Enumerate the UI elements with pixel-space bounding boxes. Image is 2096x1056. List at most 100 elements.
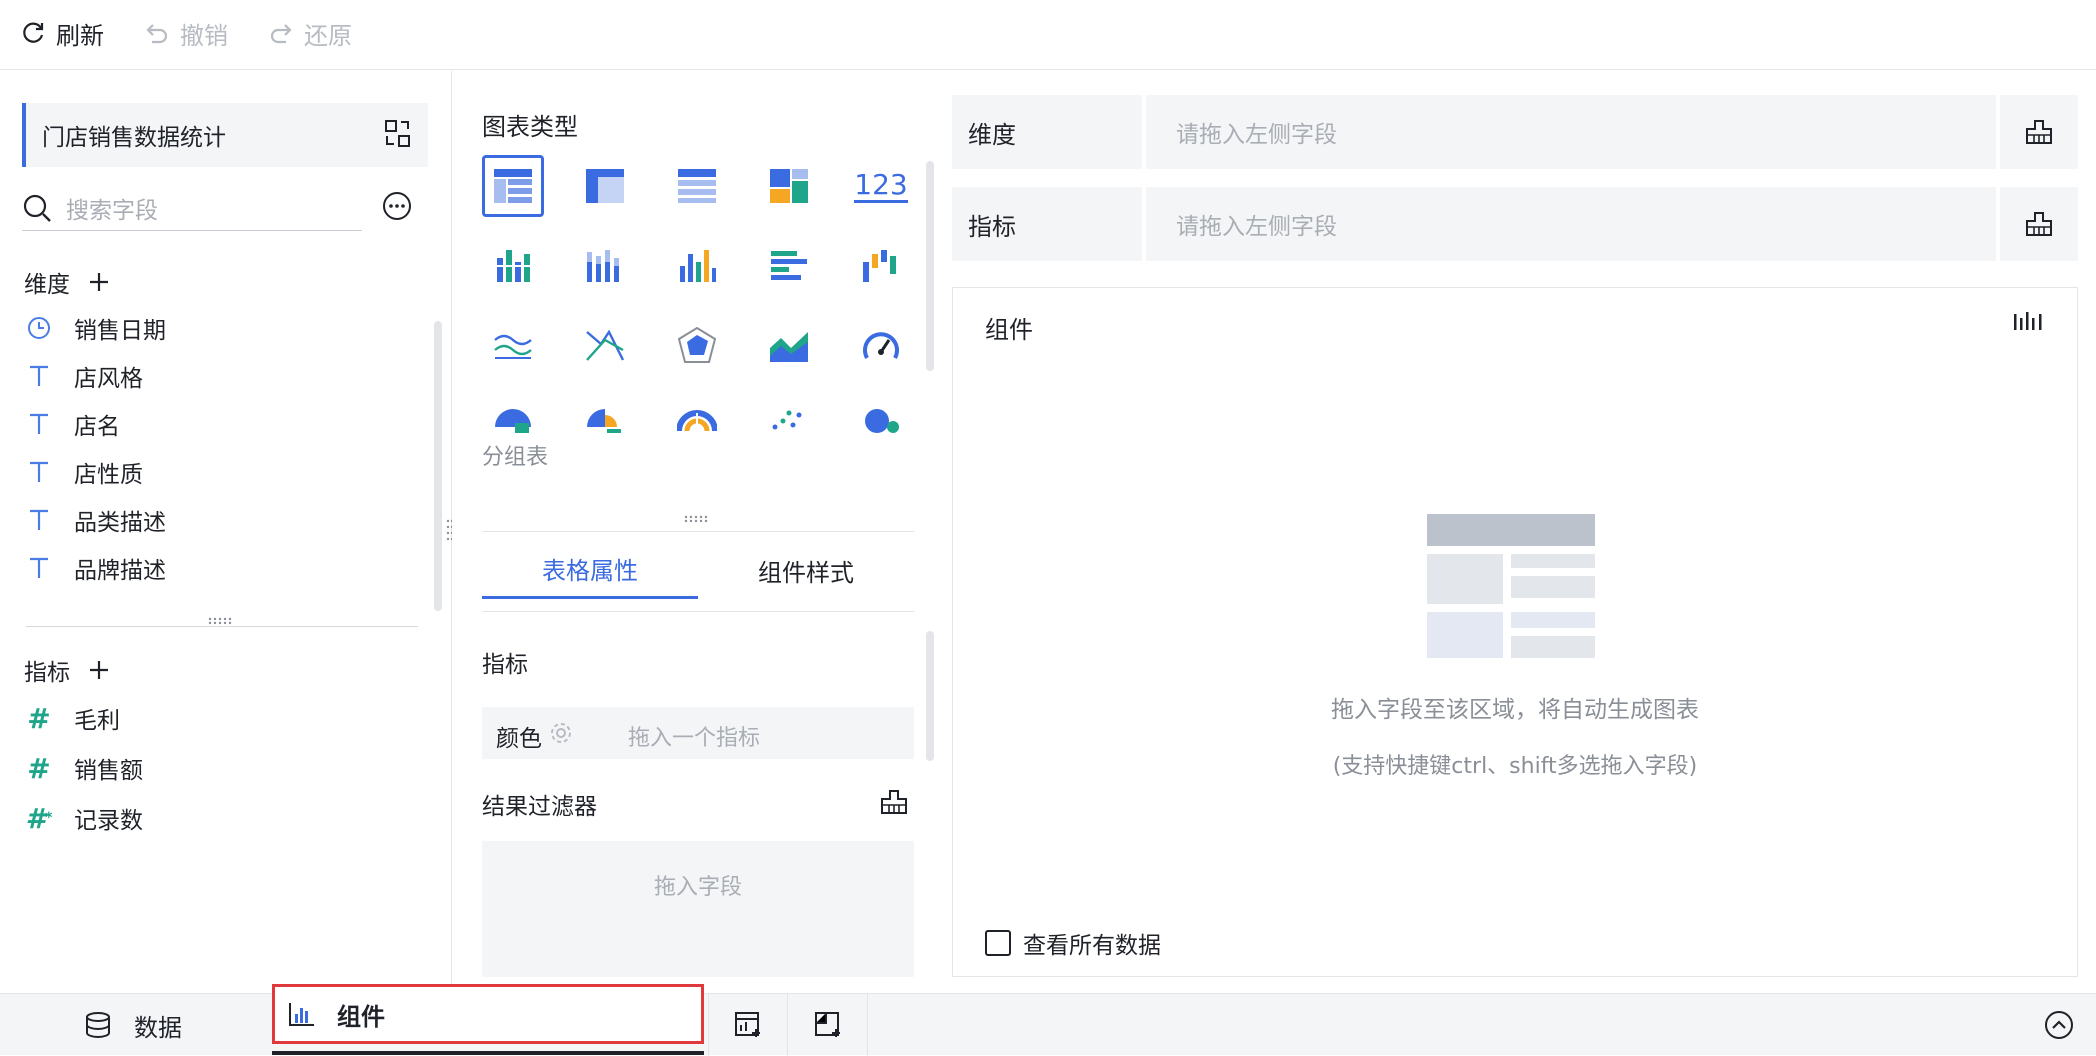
dimensions-header: 维度 xyxy=(24,265,110,299)
metric-item-1[interactable]: # 销售额 xyxy=(24,751,143,785)
detail-table-icon xyxy=(677,168,717,204)
radar-icon xyxy=(677,327,717,365)
text-type-icon xyxy=(24,412,54,436)
chart-types-title: 图表类型 xyxy=(482,113,578,141)
chart-builder-area: 维度 请拖入左侧字段 指标 请拖入左侧字段 组件 拖入字段至该区域，将自动生成图… xyxy=(942,71,2096,993)
chart-type-treemap[interactable] xyxy=(758,155,820,217)
chart-settings-icon[interactable] xyxy=(2013,310,2043,334)
dimension-item-3[interactable]: 店性质 xyxy=(24,455,143,489)
refresh-button[interactable]: 刷新 xyxy=(20,16,104,50)
field-search[interactable]: 搜索字段 xyxy=(22,185,362,231)
chart-type-detail-table[interactable] xyxy=(666,155,728,217)
add-metric-icon[interactable] xyxy=(88,659,110,681)
dimension-label: 销售日期 xyxy=(74,318,166,344)
undo-button[interactable]: 撤销 xyxy=(144,16,228,50)
metric-label: 记录数 xyxy=(74,808,143,834)
switch-dataset-icon[interactable] xyxy=(384,119,412,149)
redo-icon xyxy=(268,20,294,46)
metric-drop-field[interactable]: 请拖入左侧字段 xyxy=(1146,187,1996,261)
active-tab-indicator xyxy=(272,1051,704,1055)
dimension-item-2[interactable]: 店名 xyxy=(24,407,120,441)
view-all-data-checkbox[interactable]: 查看所有数据 xyxy=(985,926,1161,960)
chart-type-radar[interactable] xyxy=(666,315,728,377)
chart-type-rose[interactable] xyxy=(574,389,636,451)
dimension-item-1[interactable]: 店风格 xyxy=(24,359,143,393)
tab-data[interactable]: 数据 xyxy=(84,994,182,1056)
metric-item-0[interactable]: # 毛利 xyxy=(24,701,120,735)
add-dimension-icon[interactable] xyxy=(88,271,110,293)
horizontal-bar-icon xyxy=(769,248,809,284)
undo-icon xyxy=(144,20,170,46)
chart-type-stacked-bar[interactable] xyxy=(574,235,636,297)
chart-canvas[interactable]: 组件 拖入字段至该区域，将自动生成图表 (支持快捷键ctrl、shift多选拖入… xyxy=(952,287,2078,977)
chart-type-bar[interactable] xyxy=(666,235,728,297)
resize-handle-icon[interactable] xyxy=(684,515,710,523)
scatter-icon xyxy=(769,407,809,433)
clear-dimension-icon[interactable] xyxy=(2000,95,2078,169)
section-divider xyxy=(26,626,418,627)
more-options-icon[interactable] xyxy=(382,191,412,221)
checkbox-box[interactable] xyxy=(985,930,1011,956)
metric-drop-row: 指标 请拖入左侧字段 xyxy=(952,187,2078,261)
text-type-icon xyxy=(24,508,54,532)
text-type-icon xyxy=(24,364,54,388)
chart-type-area[interactable] xyxy=(758,315,820,377)
color-drop-row[interactable]: 颜色 拖入一个指标 xyxy=(482,707,914,759)
dimension-label: 店名 xyxy=(74,414,120,440)
undo-label: 撤销 xyxy=(180,21,228,50)
settings-gear-icon[interactable] xyxy=(550,722,572,744)
record-count-icon: # * xyxy=(25,801,53,835)
dimension-drop-field[interactable]: 请拖入左侧字段 xyxy=(1146,95,1996,169)
add-component-button[interactable] xyxy=(708,994,788,1056)
chart-type-grouped-table[interactable] xyxy=(482,155,544,217)
redo-label: 还原 xyxy=(304,21,352,50)
color-drop-placeholder: 拖入一个指标 xyxy=(628,726,761,751)
chart-type-cross-table[interactable] xyxy=(574,155,636,217)
chart-type-waterfall[interactable] xyxy=(850,235,912,297)
properties-scrollbar[interactable] xyxy=(926,631,934,761)
redo-button[interactable]: 还原 xyxy=(268,16,352,50)
dimension-scrollbar[interactable] xyxy=(434,321,442,611)
add-component-icon xyxy=(734,1011,762,1039)
clear-filter-icon[interactable] xyxy=(880,789,908,815)
rose-chart-icon xyxy=(585,407,625,433)
resize-handle-icon[interactable] xyxy=(208,617,234,625)
filter-drop-zone[interactable]: 拖入字段 xyxy=(482,841,914,977)
chart-type-line[interactable] xyxy=(482,315,544,377)
top-toolbar: 刷新 撤销 还原 xyxy=(0,0,2096,70)
dimension-item-4[interactable]: 品类描述 xyxy=(24,503,166,537)
bar-chart-icon xyxy=(677,248,717,284)
empty-hint: 拖入字段至该区域，将自动生成图表 xyxy=(1331,697,1699,723)
chart-type-scatter[interactable] xyxy=(758,389,820,451)
add-dashboard-button[interactable] xyxy=(788,994,868,1056)
add-dashboard-icon xyxy=(814,1011,842,1039)
metric-item-2[interactable]: # * 记录数 xyxy=(24,801,143,835)
chart-type-polyline[interactable] xyxy=(574,315,636,377)
dimension-drop-label: 维度 xyxy=(952,95,1142,169)
chart-types-scrollbar[interactable] xyxy=(926,161,934,371)
metric-section-title: 指标 xyxy=(482,652,528,678)
collapse-up-icon[interactable] xyxy=(2044,1010,2074,1040)
chart-config-panel: 图表类型 123 分组表 表格属性 组件样式 指标 颜色 拖入一个指标 结果过滤… xyxy=(452,71,942,993)
chart-type-sunburst[interactable] xyxy=(666,389,728,451)
chart-type-bubble[interactable] xyxy=(850,389,912,451)
color-label: 颜色 xyxy=(496,726,542,752)
dimension-item-0[interactable]: 销售日期 xyxy=(24,311,166,345)
field-panel: 门店销售数据统计 搜索字段 维度 销售日期 店风格 店名 店性质 品类描述 品牌… xyxy=(0,71,454,993)
search-input[interactable]: 搜索字段 xyxy=(66,191,158,225)
chart-type-grouped-bar[interactable] xyxy=(482,235,544,297)
chart-type-horizontal-bar[interactable] xyxy=(758,235,820,297)
chart-type-gauge[interactable] xyxy=(850,315,912,377)
chart-type-kpi[interactable]: 123 xyxy=(850,155,912,217)
dimension-label: 品类描述 xyxy=(74,510,166,536)
pie-chart-icon xyxy=(493,407,533,433)
tab-component[interactable]: 组件 xyxy=(272,984,704,1044)
dimension-item-5[interactable]: 品牌描述 xyxy=(24,551,166,585)
tab-component-style[interactable]: 组件样式 xyxy=(698,541,914,599)
kpi-number-icon: 123 xyxy=(854,167,908,203)
dataset-card[interactable]: 门店销售数据统计 xyxy=(22,103,428,167)
clear-metric-icon[interactable] xyxy=(2000,187,2078,261)
treemap-icon xyxy=(769,168,809,204)
metrics-header: 指标 xyxy=(24,653,110,687)
tab-table-properties[interactable]: 表格属性 xyxy=(482,541,698,599)
